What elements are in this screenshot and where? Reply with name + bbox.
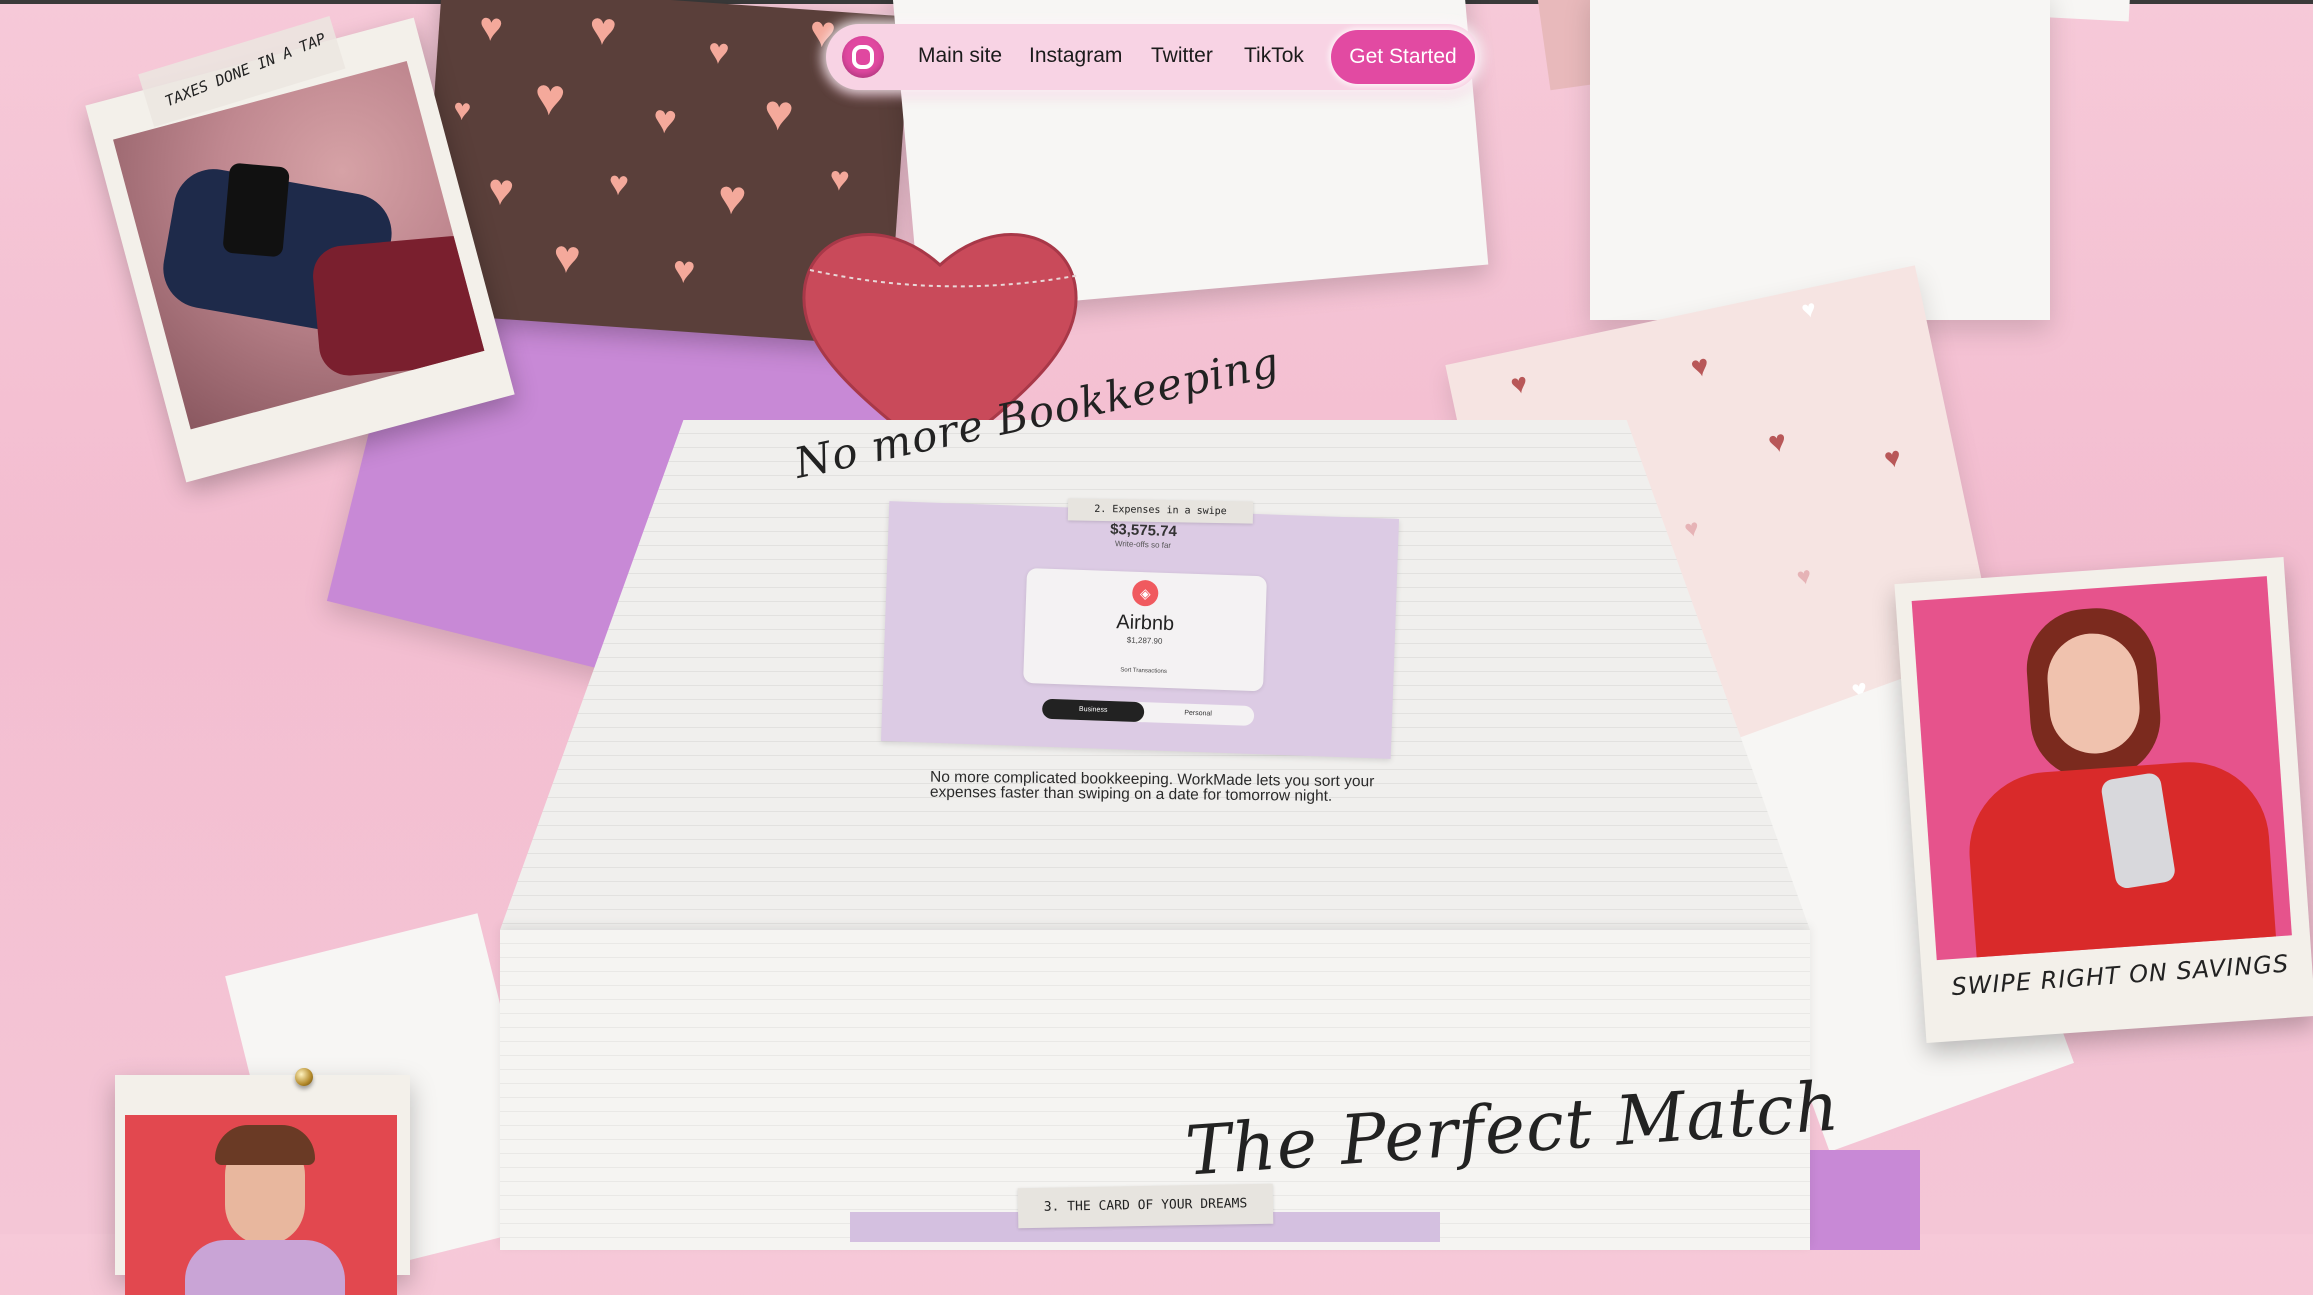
purple-paper: [1800, 1150, 1920, 1250]
get-started-button[interactable]: Get Started: [1331, 30, 1475, 84]
transaction-card: ◈ Airbnb $1,287.90 Sort Transactions: [1023, 568, 1267, 692]
nav-link-tiktok[interactable]: TikTok: [1244, 44, 1304, 68]
airbnb-icon: ◈: [1131, 579, 1159, 607]
toggle-business: Business: [1041, 698, 1145, 723]
section-description: No more complicated bookkeeping. WorkMad…: [929, 768, 1375, 805]
workmade-logo-icon[interactable]: [842, 36, 884, 78]
polaroid-photo: [115, 1075, 410, 1295]
nav-link-instagram[interactable]: Instagram: [1029, 44, 1122, 68]
section-label-tape: 2. Expenses in a swipe: [1067, 498, 1254, 524]
nav-link-twitter[interactable]: Twitter: [1151, 44, 1213, 68]
polaroid-photo: SWIPE RIGHT ON SAVINGS: [1894, 556, 2313, 1044]
polaroid-caption: SWIPE RIGHT ON SAVINGS: [1950, 949, 2290, 1002]
woman-smiling-photo: [125, 1115, 397, 1295]
top-nav: Main site Instagram Twitter TikTok Get S…: [826, 24, 1480, 90]
woman-phone-photo: [1911, 576, 2292, 961]
next-section-label-tape: 3. THE CARD OF YOUR DREAMS: [1017, 1183, 1274, 1229]
nav-link-main-site[interactable]: Main site: [918, 44, 1002, 68]
pin-icon: [295, 1068, 313, 1086]
sort-transactions-label: Sort Transactions: [1120, 667, 1168, 675]
app-preview-card: $3,575.74 Write-offs so far ◈ Airbnb $1,…: [880, 501, 1400, 759]
torn-white-paper: [1590, 0, 2050, 320]
business-personal-toggle: Business Personal: [1041, 698, 1255, 727]
toggle-personal: Personal: [1184, 709, 1213, 718]
